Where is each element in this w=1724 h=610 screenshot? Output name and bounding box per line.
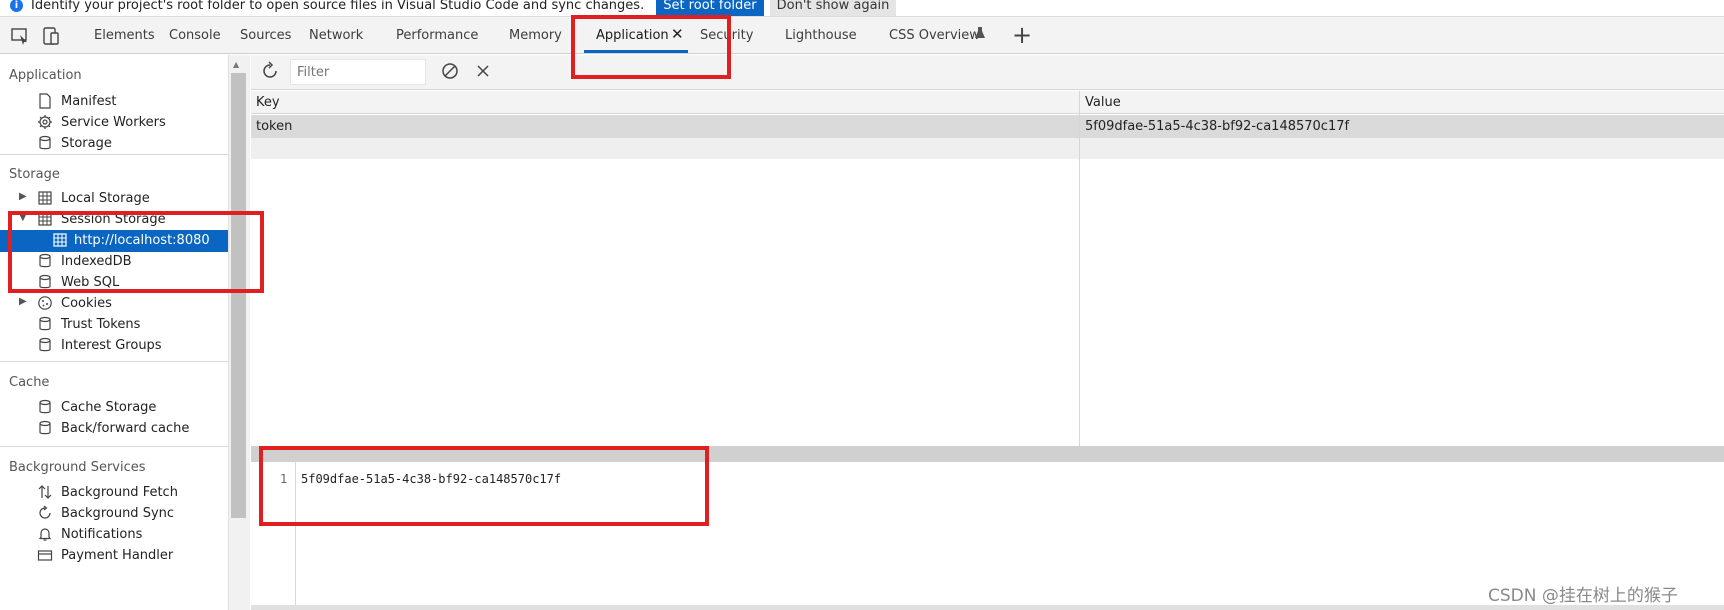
info-bar-message: Identify your project's root folder to o… (31, 0, 645, 13)
expand-arrow-icon[interactable]: ▶ (19, 296, 27, 307)
sidebar-item-local-storage[interactable]: ▶ Local Storage (0, 188, 228, 210)
devtools-window: i Identify your project's root folder to… (0, 0, 1724, 610)
tab-performance[interactable]: Performance (396, 17, 478, 54)
panel-tab-strip: Elements Console Sources Network Perform… (0, 17, 1724, 54)
section-storage: Storage (9, 167, 60, 182)
table-row-empty[interactable] (251, 138, 1724, 159)
divider (0, 361, 228, 362)
sidebar-item-label: Storage (61, 136, 112, 151)
refresh-icon[interactable] (259, 60, 281, 82)
bell-icon (38, 528, 52, 541)
sidebar-item-trust-tokens[interactable]: Trust Tokens (0, 314, 228, 336)
sidebar-item-background-fetch[interactable]: Background Fetch (0, 482, 228, 504)
tab-css-overview[interactable]: CSS Overview (889, 17, 980, 54)
gear-icon (38, 115, 52, 129)
tab-network[interactable]: Network (309, 17, 363, 54)
database-icon (39, 135, 51, 150)
sidebar-item-label: Cookies (61, 296, 112, 311)
sidebar-item-service-workers[interactable]: Service Workers (0, 112, 228, 134)
tab-console[interactable]: Console (169, 17, 221, 54)
scroll-up-arrow-icon[interactable]: ▲ (233, 60, 239, 69)
database-icon (39, 337, 51, 352)
info-bar: i Identify your project's root folder to… (0, 0, 1724, 17)
up-down-arrows-icon (38, 485, 52, 499)
sidebar-item-cookies[interactable]: ▶ Cookies (0, 293, 228, 315)
sync-icon (39, 505, 51, 519)
section-background-services: Background Services (9, 460, 146, 475)
sidebar-item-label: Notifications (61, 527, 143, 542)
clear-all-icon[interactable] (439, 60, 461, 82)
sidebar-item-label: Local Storage (61, 191, 150, 206)
watermark: CSDN @挂在树上的猴子 (1488, 586, 1678, 606)
sidebar-item-payment-handler[interactable]: Payment Handler (0, 545, 228, 567)
table-grid-icon (38, 191, 52, 205)
column-header-value[interactable]: Value (1085, 95, 1121, 110)
tab-elements[interactable]: Elements (94, 17, 155, 54)
sidebar-item-label: Interest Groups (61, 338, 162, 353)
grid-header (251, 91, 1724, 114)
annotation-box-preview (259, 446, 709, 526)
sidebar-item-back-forward-cache[interactable]: Back/forward cache (0, 418, 228, 440)
sidebar-item-manifest[interactable]: Manifest (0, 91, 228, 113)
add-panel-icon[interactable]: + (1012, 20, 1032, 50)
sidebar-item-interest-groups[interactable]: Interest Groups (0, 335, 228, 357)
sidebar-item-storage-overview[interactable]: Storage (0, 133, 228, 155)
sidebar-item-label: Cache Storage (61, 400, 157, 415)
database-icon (39, 316, 51, 331)
sidebar-scrollbar-thumb[interactable] (231, 73, 246, 518)
divider (0, 446, 228, 447)
filter-input[interactable] (290, 59, 426, 85)
expand-arrow-icon[interactable]: ▶ (19, 191, 27, 202)
tab-sources[interactable]: Sources (240, 17, 291, 54)
cell-key[interactable]: token (256, 119, 292, 134)
sidebar-item-label: Background Fetch (61, 485, 178, 500)
inspect-element-icon[interactable] (9, 25, 31, 47)
sidebar-item-background-sync[interactable]: Background Sync (0, 503, 228, 525)
sidebar-item-cache-storage[interactable]: Cache Storage (0, 397, 228, 419)
column-divider[interactable] (1079, 91, 1080, 446)
database-icon (39, 420, 51, 435)
sidebar-item-notifications[interactable]: Notifications (0, 524, 228, 546)
divider (0, 154, 228, 155)
document-icon (39, 93, 51, 109)
sidebar-item-label: Payment Handler (61, 548, 174, 563)
tab-memory[interactable]: Memory (509, 17, 562, 54)
sidebar-item-label: Back/forward cache (61, 421, 190, 436)
database-icon (39, 399, 51, 414)
dont-show-again-button[interactable]: Don't show again (769, 0, 897, 16)
cell-value[interactable]: 5f09dfae-51a5-4c38-bf92-ca148570c17f (1085, 119, 1349, 134)
column-header-key[interactable]: Key (256, 95, 280, 110)
annotation-box-session-storage (8, 211, 264, 293)
section-cache: Cache (9, 375, 50, 390)
card-icon (37, 550, 53, 561)
info-icon: i (10, 0, 23, 12)
section-application: Application (9, 68, 82, 83)
sidebar-item-label: Trust Tokens (61, 317, 141, 332)
device-emulation-icon[interactable] (40, 25, 62, 47)
delete-selected-icon[interactable] (472, 60, 494, 82)
table-row[interactable] (251, 115, 1724, 138)
cookie-icon (38, 296, 52, 310)
application-sidebar: Application Manifest Service Workers Sto… (0, 55, 228, 610)
sidebar-item-label: Background Sync (61, 506, 175, 521)
sidebar-item-label: Manifest (61, 94, 117, 109)
experimental-flask-icon (975, 27, 985, 38)
tab-lighthouse[interactable]: Lighthouse (785, 17, 857, 54)
annotation-box-application-tab (571, 15, 731, 79)
sidebar-item-label: Service Workers (61, 115, 166, 130)
